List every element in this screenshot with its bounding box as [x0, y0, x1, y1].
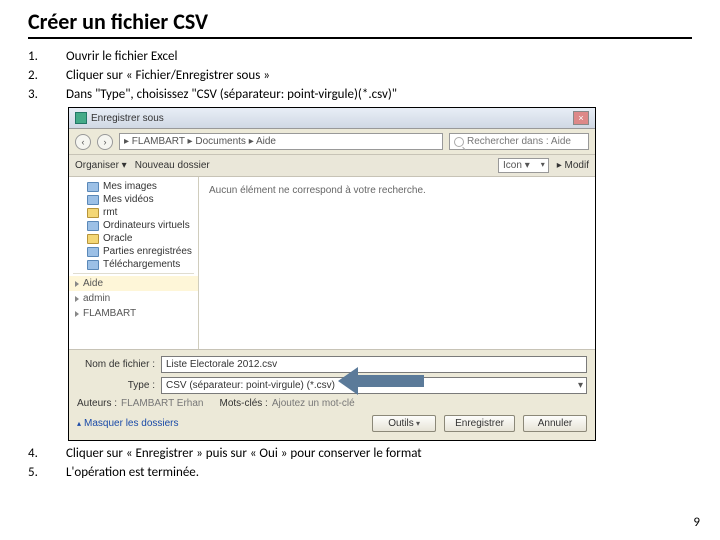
excel-icon [75, 112, 87, 124]
folder-icon [87, 234, 99, 244]
list-item[interactable]: Mes images [69, 180, 198, 193]
dialog-title-text: Enregistrer sous [91, 113, 164, 124]
dialog-titlebar: Enregistrer sous × [69, 108, 595, 129]
forward-icon[interactable]: › [97, 134, 113, 150]
step-text: Ouvrir le fichier Excel [66, 47, 397, 66]
folder-tree[interactable]: Mes images Mes vidéos rmt Ordinateurs vi… [69, 177, 199, 349]
page-title: Créer un fichier CSV [28, 8, 692, 35]
dialog-bottom: Nom de fichier : Liste Electorale 2012.c… [69, 349, 595, 440]
tags-value[interactable]: Ajoutez un mot-clé [272, 398, 355, 409]
tree-group[interactable]: admin [69, 291, 198, 306]
dialog-body: Mes images Mes vidéos rmt Ordinateurs vi… [69, 177, 595, 349]
save-dialog-screenshot: Enregistrer sous × ‹ › ▸ FLAMBART ▸ Docu… [68, 107, 692, 441]
back-icon[interactable]: ‹ [75, 134, 91, 150]
list-item[interactable]: Mes vidéos [69, 193, 198, 206]
step-number: 1. [28, 47, 66, 66]
steps-list-top: 1. Ouvrir le fichier Excel 2. Cliquer su… [28, 47, 397, 104]
step-text: Dans "Type", choisissez "CSV (séparateur… [66, 85, 397, 104]
modify-label: ▸ Modif [557, 160, 589, 171]
list-item[interactable]: Ordinateurs virtuels [69, 219, 198, 232]
step-number: 3. [28, 85, 66, 104]
search-input[interactable]: Rechercher dans : Aide [449, 133, 589, 150]
search-placeholder: Rechercher dans : Aide [467, 136, 571, 147]
folder-icon [87, 247, 99, 257]
list-item[interactable]: Téléchargements [69, 258, 198, 271]
authors-label: Auteurs : [77, 398, 117, 409]
step-number: 2. [28, 66, 66, 85]
step-number: 4. [28, 444, 66, 463]
list-item[interactable]: rmt [69, 206, 198, 219]
page-number: 9 [693, 515, 700, 530]
save-as-dialog: Enregistrer sous × ‹ › ▸ FLAMBART ▸ Docu… [68, 107, 596, 441]
list-item[interactable]: Parties enregistrées [69, 245, 198, 258]
organize-button[interactable]: Organiser ▾ [75, 160, 127, 171]
close-icon[interactable]: × [573, 111, 589, 125]
folder-icon [87, 182, 99, 192]
type-label: Type : [77, 380, 155, 391]
empty-message: Aucun élément ne correspond à votre rech… [209, 185, 426, 196]
hide-folders-link[interactable]: Masquer les dossiers [77, 418, 179, 429]
tools-button[interactable]: Outils [372, 415, 436, 432]
search-icon [454, 137, 464, 147]
file-pane: Aucun élément ne correspond à votre rech… [199, 177, 595, 349]
save-button[interactable]: Enregistrer [444, 415, 515, 432]
cancel-button[interactable]: Annuler [523, 415, 587, 432]
type-selector[interactable]: CSV (séparateur: point-virgule) (*.csv) [161, 377, 587, 394]
step-text: L'opération est terminée. [66, 463, 422, 482]
step-text: Cliquer sur « Enregistrer » puis sur « O… [66, 444, 422, 463]
breadcrumb[interactable]: ▸ FLAMBART ▸ Documents ▸ Aide [119, 133, 443, 150]
step-number: 5. [28, 463, 66, 482]
filename-label: Nom de fichier : [77, 359, 155, 370]
tree-group[interactable]: FLAMBART [69, 306, 198, 321]
list-item[interactable]: Oracle [69, 232, 198, 245]
new-folder-button[interactable]: Nouveau dossier [135, 160, 210, 171]
step-text: Cliquer sur « Fichier/Enregistrer sous » [66, 66, 397, 85]
title-underline [28, 37, 692, 39]
filename-field[interactable]: Liste Electorale 2012.csv [161, 356, 587, 373]
view-selector[interactable]: Icon ▾ [498, 158, 549, 173]
toolbar: Organiser ▾ Nouveau dossier Icon ▾ ▸ Mod… [69, 155, 595, 177]
folder-icon [87, 195, 99, 205]
folder-icon [87, 260, 99, 270]
tree-group[interactable]: Aide [69, 276, 198, 291]
location-bar: ‹ › ▸ FLAMBART ▸ Documents ▸ Aide Recher… [69, 129, 595, 155]
steps-list-bottom: 4. Cliquer sur « Enregistrer » puis sur … [28, 444, 422, 482]
folder-icon [87, 221, 99, 231]
folder-icon [87, 208, 99, 218]
tags-label: Mots-clés : [219, 398, 267, 409]
authors-value[interactable]: FLAMBART Erhan [121, 398, 203, 409]
